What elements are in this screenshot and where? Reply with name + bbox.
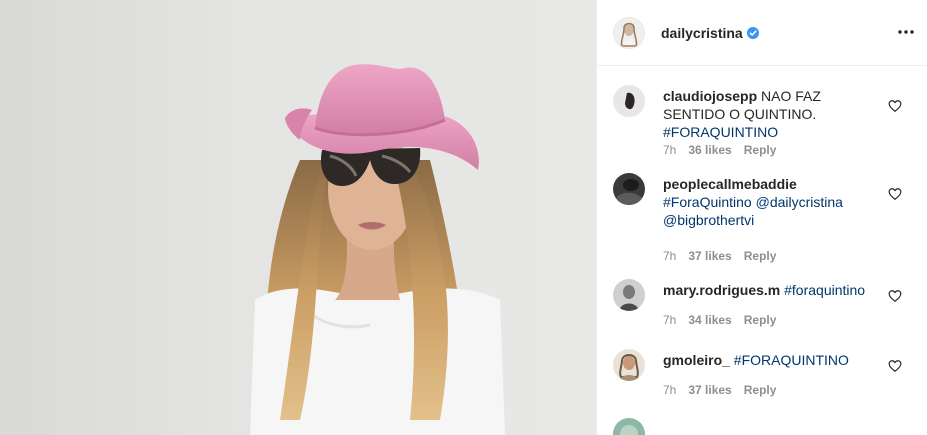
more-options-icon[interactable]	[896, 22, 916, 42]
commenter-username[interactable]: peoplecallmebaddie	[663, 176, 797, 192]
reply-button[interactable]: Reply	[744, 383, 777, 397]
commenter-avatar[interactable]	[613, 418, 645, 435]
author-username[interactable]: dailycristina	[661, 25, 743, 41]
commenter-username[interactable]: claudiojosepp	[663, 88, 757, 104]
mention-link[interactable]: @bigbrothertvi	[663, 212, 754, 228]
reply-button[interactable]: Reply	[744, 313, 777, 327]
comment-likes[interactable]: 37 likes	[688, 249, 731, 263]
commenter-avatar[interactable]	[613, 85, 645, 117]
comment-time[interactable]: 7h	[663, 313, 676, 327]
comment-text-block: claudiojosepp NAO FAZ SENTIDO O QUINTINO…	[663, 87, 878, 141]
comment-meta: 7h 37 likes Reply	[663, 249, 776, 263]
reply-button[interactable]: Reply	[744, 143, 777, 157]
post-image	[250, 64, 505, 435]
comment-time[interactable]: 7h	[663, 383, 676, 397]
commenter-avatar[interactable]	[613, 279, 645, 311]
commenter-avatar[interactable]	[613, 173, 645, 205]
hashtag-link[interactable]: #foraquintino	[784, 282, 865, 298]
like-heart-icon[interactable]	[888, 99, 902, 113]
post-photo[interactable]	[0, 0, 596, 435]
comment-time[interactable]: 7h	[663, 249, 676, 263]
verified-badge-icon	[746, 26, 759, 39]
commenter-avatar[interactable]	[613, 349, 645, 381]
reply-button[interactable]: Reply	[744, 249, 777, 263]
hashtag-link[interactable]: #FORAQUINTINO	[663, 124, 778, 140]
mention-link[interactable]: @dailycristina	[756, 194, 843, 210]
comment-likes[interactable]: 36 likes	[688, 143, 731, 157]
like-heart-icon[interactable]	[888, 187, 902, 201]
commenter-username[interactable]: mary.rodrigues.m	[663, 282, 780, 298]
comments-panel: dailycristina claudiojosepp NAO FAZ SENT…	[596, 0, 927, 435]
comment-likes[interactable]: 34 likes	[688, 313, 731, 327]
comment-text-block: mary.rodrigues.m #foraquintino	[663, 281, 878, 299]
comment-time[interactable]: 7h	[663, 143, 676, 157]
comment-meta: 7h 36 likes Reply	[663, 143, 776, 157]
like-heart-icon[interactable]	[888, 359, 902, 373]
like-heart-icon[interactable]	[888, 289, 902, 303]
hashtag-link[interactable]: #FORAQUINTINO	[734, 352, 849, 368]
hashtag-link[interactable]: #ForaQuintino	[663, 194, 752, 210]
comment-text-block: peoplecallmebaddie #ForaQuintino @dailyc…	[663, 175, 878, 229]
commenter-username[interactable]: gmoleiro_	[663, 352, 730, 368]
post-header: dailycristina	[597, 0, 927, 66]
comment-text-block: gmoleiro_ #FORAQUINTINO	[663, 351, 878, 369]
comment-meta: 7h 34 likes Reply	[663, 313, 776, 327]
author-avatar[interactable]	[613, 16, 645, 49]
comment-meta: 7h 37 likes Reply	[663, 383, 776, 397]
comment-likes[interactable]: 37 likes	[688, 383, 731, 397]
